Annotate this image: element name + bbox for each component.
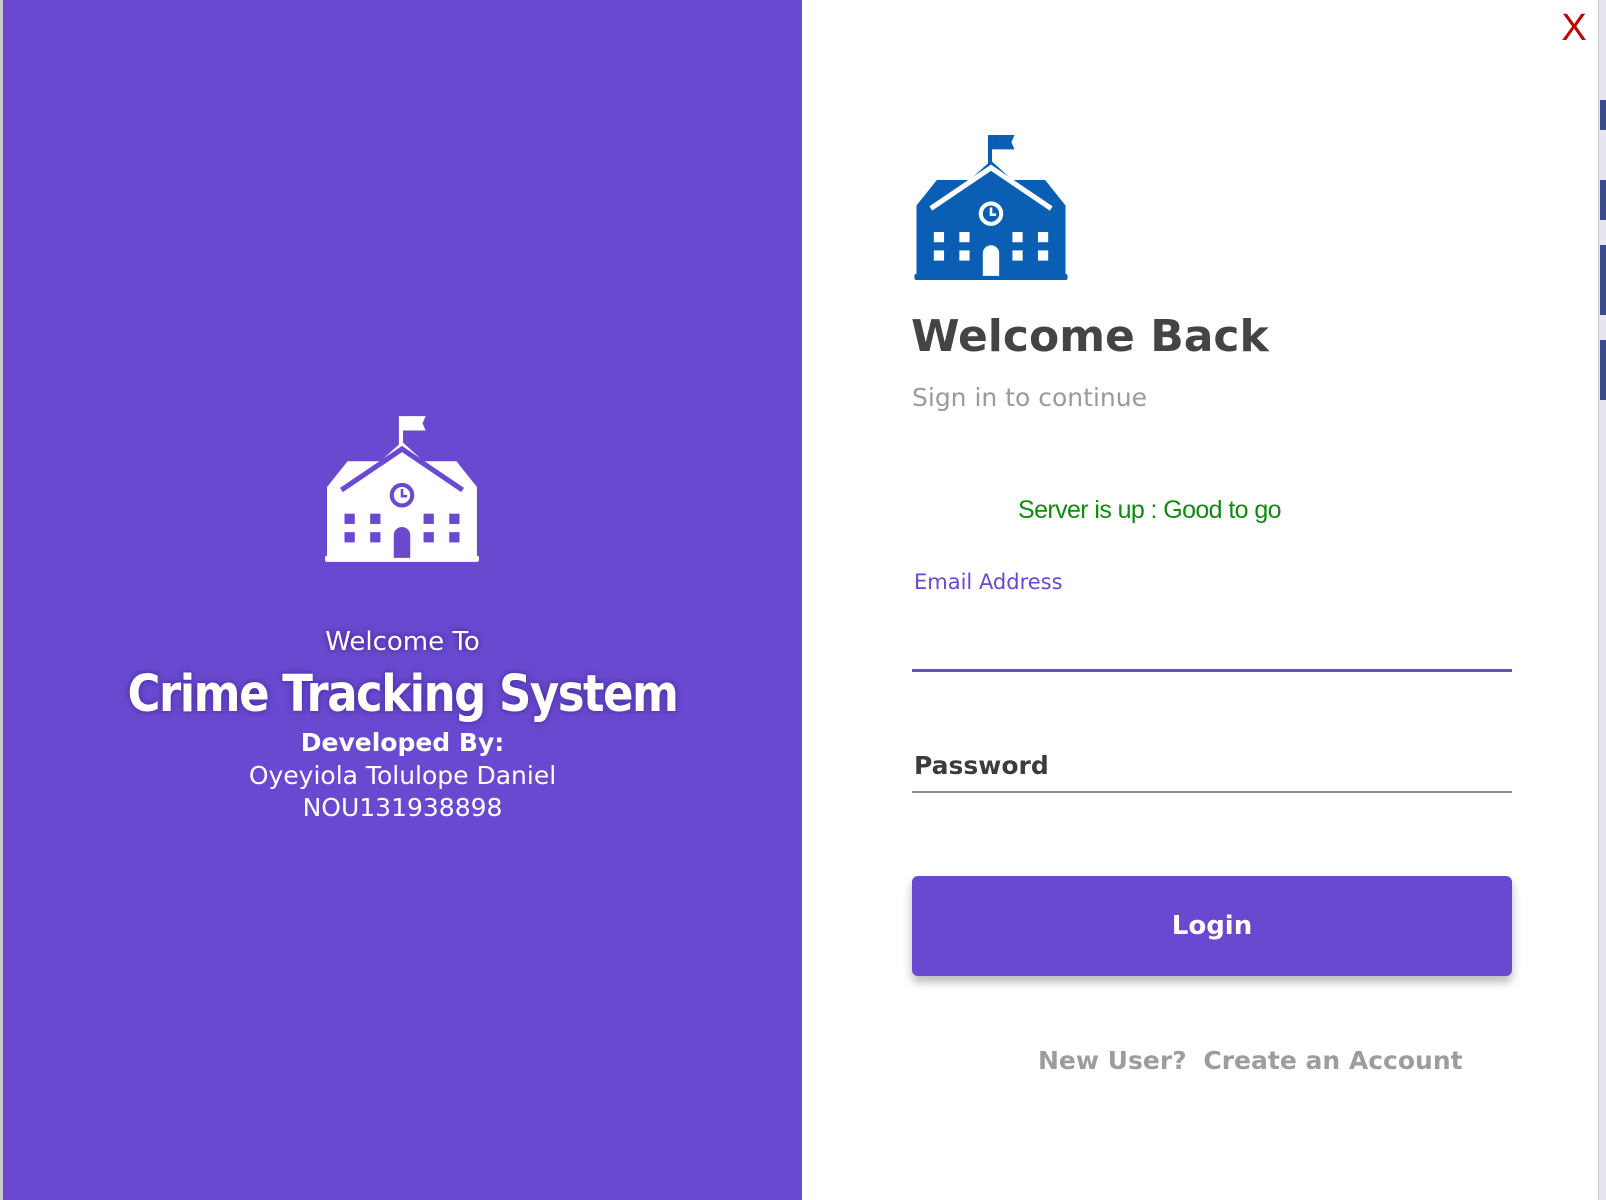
page-subtitle: Sign in to continue: [912, 383, 1147, 412]
create-account-link[interactable]: Create an Account: [1203, 1046, 1462, 1075]
welcome-to-label: Welcome To: [325, 627, 480, 657]
developer-id: NOU131938898: [302, 793, 503, 822]
close-button[interactable]: X: [1556, 6, 1592, 50]
desktop-edge-right: [1598, 0, 1606, 1200]
page-title: Welcome Back: [911, 311, 1269, 362]
login-button[interactable]: Login: [912, 876, 1512, 976]
email-label: Email Address: [914, 570, 1063, 594]
welcome-text-block: Welcome To Crime Tracking System Develop…: [3, 622, 802, 824]
welcome-panel: Welcome To Crime Tracking System Develop…: [3, 0, 802, 1200]
password-field[interactable]: [912, 740, 1512, 793]
developer-name: Oyeyiola Tolulope Daniel: [248, 761, 557, 790]
server-status-message: Server is up : Good to go: [1018, 496, 1282, 524]
developed-by-label: Developed By:: [300, 728, 505, 757]
app-title: Crime Tracking System: [127, 663, 679, 724]
email-field[interactable]: [912, 604, 1512, 672]
school-building-icon: [914, 135, 1068, 280]
new-user-text: New User?: [1038, 1046, 1187, 1075]
school-building-icon: [325, 416, 479, 562]
signup-prompt: New User? Create an Account: [1038, 1041, 1463, 1081]
